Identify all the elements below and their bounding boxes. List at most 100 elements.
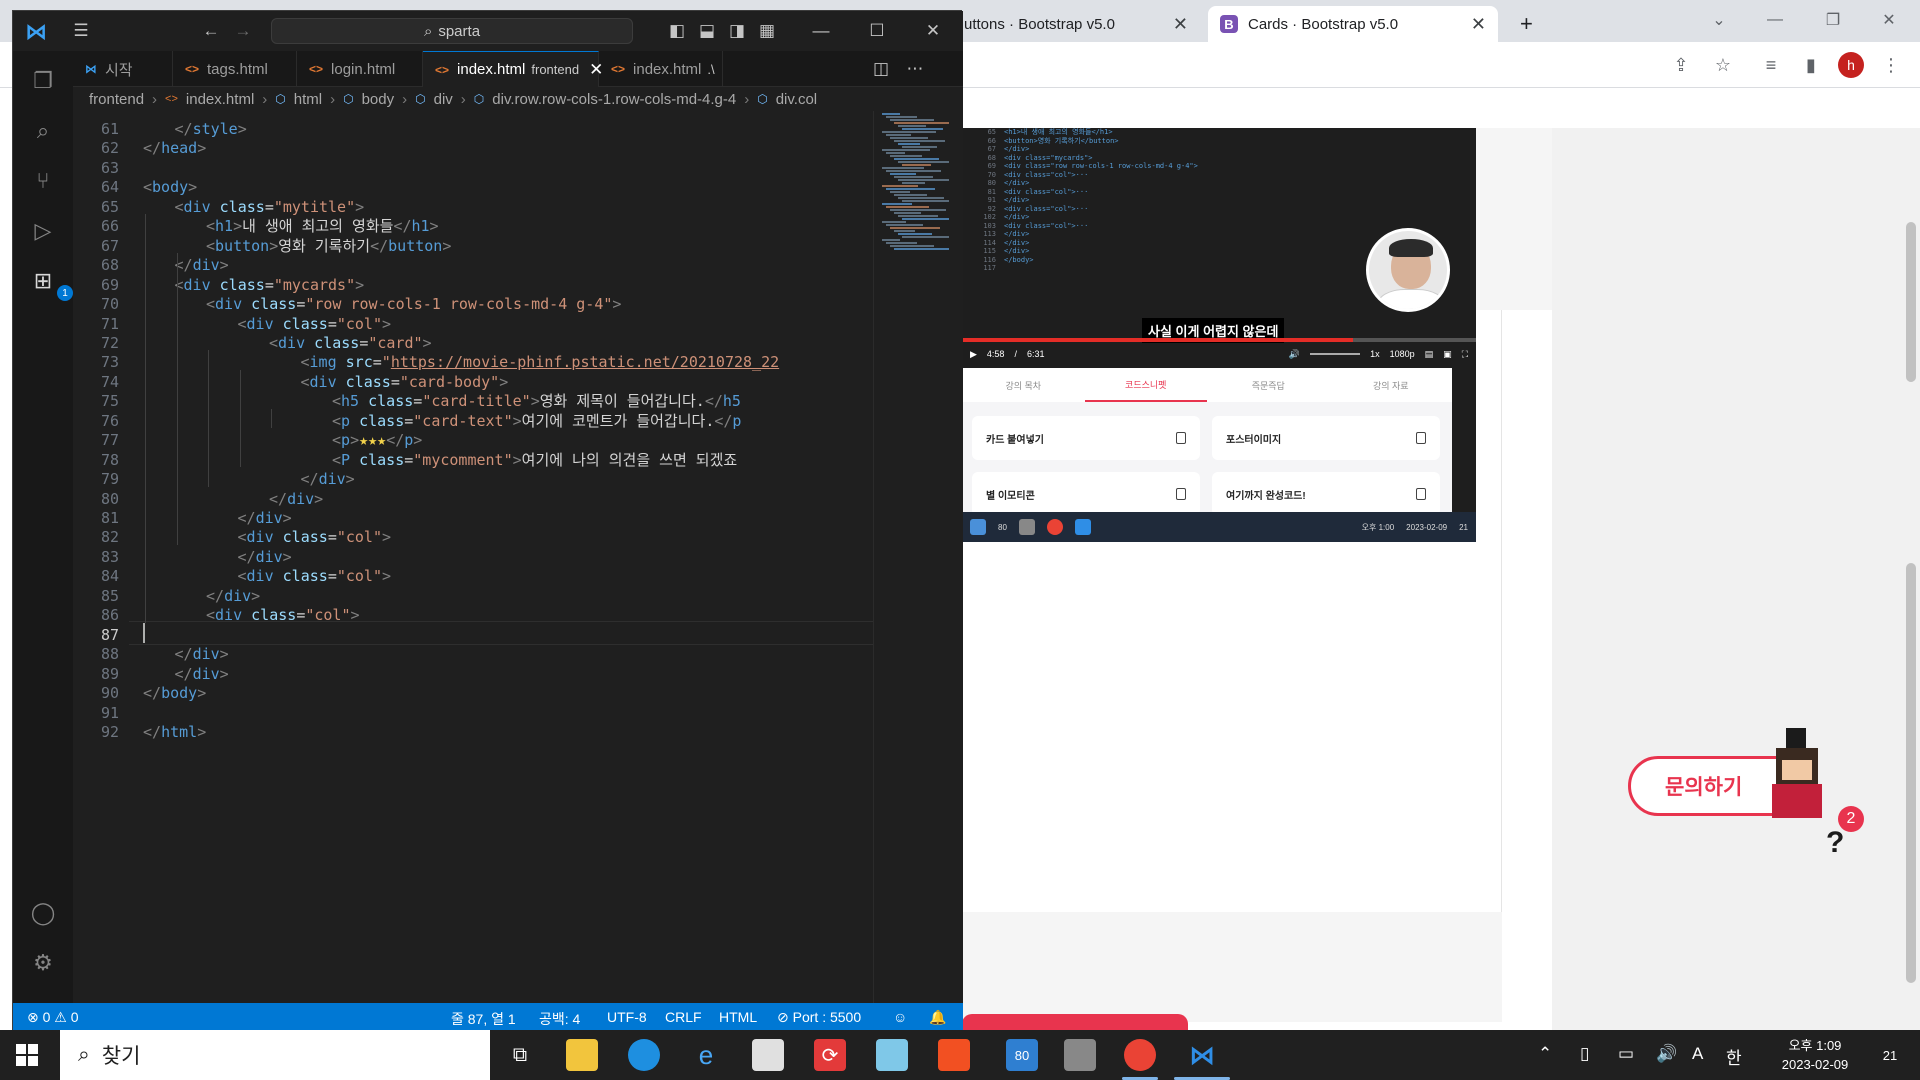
language-indicator[interactable]: 한 (1726, 1044, 1742, 1069)
page-scrollbar[interactable] (1902, 128, 1920, 1030)
quality-button[interactable]: 1080p (1390, 349, 1415, 359)
vscode-icon[interactable]: ⋈ (1186, 1039, 1218, 1071)
avatar[interactable]: h (1838, 52, 1864, 78)
taskbar-clock[interactable]: 오후 1:09 2023-02-09 (1760, 1036, 1870, 1074)
code-line[interactable]: <div class="col"> (206, 603, 360, 627)
breadcrumb-item[interactable]: div (434, 91, 453, 108)
more-icon[interactable]: ⋮ (1878, 52, 1904, 78)
pip-icon[interactable]: ▣ (1443, 349, 1452, 360)
tab-4[interactable]: <> index.html .\ (599, 51, 723, 87)
close-icon[interactable]: ✕ (1471, 14, 1486, 35)
breadcrumb-item[interactable]: index.html (186, 91, 254, 108)
scrollbar-thumb[interactable] (1906, 222, 1916, 382)
copy-icon[interactable] (1416, 432, 1426, 444)
lecture-tab-3[interactable]: 강의 자료 (1330, 368, 1453, 402)
sync-app-icon[interactable]: ⟳ (814, 1039, 846, 1071)
code-lines[interactable]: </style> </head> <body> <div class="mytitle… (143, 111, 873, 1003)
lecture-tab-0[interactable]: 강의 목차 (962, 368, 1085, 402)
tab-1[interactable]: <> tags.html (173, 51, 297, 87)
more-actions-icon[interactable]: ⋯ (903, 57, 927, 81)
split-editor-icon[interactable]: ◫ (869, 57, 893, 81)
code-line[interactable]: <div class="col"> (238, 564, 392, 588)
gear-icon[interactable]: ⚙ (27, 947, 59, 979)
mail-icon[interactable]: 80 (1006, 1039, 1038, 1071)
windows-start-icon[interactable] (16, 1044, 38, 1066)
live-server-port[interactable]: ⊘ Port : 5500 (777, 1009, 861, 1026)
search-icon[interactable]: ⌕ (27, 115, 59, 147)
snippet-card[interactable]: 카드 붙여넣기 (972, 416, 1200, 460)
store-icon[interactable] (938, 1039, 970, 1071)
tab-2[interactable]: <> login.html (297, 51, 423, 87)
scrollbar-thumb[interactable] (1906, 563, 1916, 983)
lecture-tab-2[interactable]: 즉문즉답 (1207, 368, 1330, 402)
edge-icon[interactable] (628, 1039, 660, 1071)
eol-status[interactable]: CRLF (665, 1009, 702, 1025)
minimize-icon[interactable]: — (1752, 0, 1798, 40)
volume-slider[interactable] (1310, 353, 1361, 355)
tab-0[interactable]: ⋈ 시작 (73, 51, 173, 87)
breadcrumb-item[interactable]: body (362, 91, 395, 108)
explorer-icon[interactable]: ❐ (27, 65, 59, 97)
command-center-search[interactable]: ⌕ sparta (271, 18, 633, 44)
file-explorer-icon[interactable] (566, 1039, 598, 1071)
chrome-tab-buttons[interactable]: uttons · Bootstrap v5.0 ✕ (952, 6, 1200, 42)
language-status[interactable]: HTML (719, 1009, 757, 1025)
code-line[interactable]: </html> (143, 720, 206, 744)
forward-arrow-icon[interactable]: → (231, 19, 255, 43)
customize-layout-icon[interactable]: ▦ (755, 19, 779, 43)
breadcrumb-item[interactable]: html (294, 91, 322, 108)
tab-3[interactable]: <> index.html frontend ✕ (423, 51, 603, 87)
notification-center[interactable]: 21 (1876, 1042, 1904, 1068)
restore-icon[interactable]: ❐ (1810, 0, 1856, 40)
volume-icon[interactable]: 🔊 (1289, 349, 1300, 360)
minimize-icon[interactable]: — (809, 19, 833, 43)
speed-button[interactable]: 1x (1370, 349, 1380, 359)
extensions-icon[interactable]: ⊞ 1 (27, 265, 73, 301)
source-control-icon[interactable]: ⑂ (27, 165, 59, 197)
copy-icon[interactable] (1176, 432, 1186, 444)
copy-icon[interactable] (1416, 488, 1426, 500)
mascot-image[interactable] (1768, 728, 1832, 820)
overview-ruler[interactable] (949, 111, 963, 1003)
chevron-up-icon[interactable]: ⌃ (1538, 1044, 1552, 1064)
chrome-icon[interactable] (1124, 1039, 1156, 1071)
side-panel-icon[interactable]: ▮ (1798, 52, 1824, 78)
breadcrumb-item[interactable]: div.col (776, 91, 817, 108)
problems-status[interactable]: ⊗ 0 ⚠ 0 (27, 1009, 79, 1026)
snippet-card[interactable]: 포스터이미지 (1212, 416, 1440, 460)
breadcrumb-item[interactable]: frontend (89, 91, 144, 108)
menu-icon[interactable]: ☰ (69, 19, 93, 43)
ime-mode[interactable]: A (1692, 1044, 1703, 1064)
volume-icon[interactable]: 🔊 (1656, 1044, 1677, 1064)
code-line[interactable]: <P class="mycomment">여기에 나의 의견을 쓰면 되겠죠 (332, 448, 737, 472)
bell-icon[interactable]: 🔔 (929, 1009, 946, 1026)
internet-explorer-icon[interactable]: e (690, 1039, 722, 1071)
toggle-panel-icon[interactable]: ⬓ (695, 19, 719, 43)
toggle-secondary-sidebar-icon[interactable]: ◨ (725, 19, 749, 43)
copy-icon[interactable] (1176, 488, 1186, 500)
code-line[interactable]: </head> (143, 136, 206, 160)
feedback-icon[interactable]: ☺ (893, 1009, 907, 1025)
cursor-position[interactable]: 줄 87, 열 1 (451, 1009, 516, 1029)
app-icon[interactable] (752, 1039, 784, 1071)
star-icon[interactable]: ☆ (1710, 52, 1736, 78)
close-icon[interactable]: ✕ (1866, 0, 1912, 40)
back-arrow-icon[interactable]: ← (199, 19, 223, 43)
snippet-card[interactable]: 여기까지 완성코드! (1212, 472, 1440, 516)
share-icon[interactable]: ⇪ (1668, 52, 1694, 78)
play-icon[interactable]: ▶ (970, 349, 977, 360)
breadcrumb-item[interactable]: div.row.row-cols-1.row-cols-md-4.g-4 (492, 91, 736, 108)
close-icon[interactable]: ✕ (921, 19, 945, 43)
notes-app-icon[interactable] (876, 1039, 908, 1071)
task-view-icon[interactable]: ⧉ (504, 1039, 536, 1071)
new-tab-button[interactable]: + (1508, 6, 1548, 42)
code-line[interactable]: <button>영화 기록하기</button> (206, 234, 451, 258)
chrome-tab-cards[interactable]: B Cards · Bootstrap v5.0 ✕ (1208, 6, 1498, 42)
chevron-down-icon[interactable]: ⌄ (1696, 0, 1742, 40)
account-icon[interactable]: ◯ (27, 897, 59, 929)
run-debug-icon[interactable]: ▷ (27, 215, 59, 247)
code-line[interactable]: </body> (143, 681, 206, 705)
maximize-icon[interactable]: ☐ (865, 19, 889, 43)
snippet-card[interactable]: 별 이모티콘 (972, 472, 1200, 516)
network-icon[interactable]: ▯ (1580, 1044, 1589, 1064)
